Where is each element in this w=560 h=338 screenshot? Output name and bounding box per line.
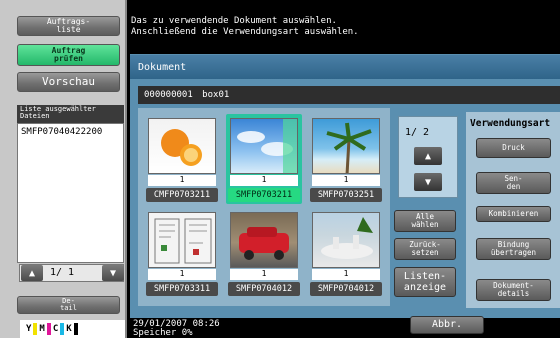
bindung-uebertragen-button[interactable]: Bindung übertragen	[476, 238, 551, 260]
auftrag-pruefen-button[interactable]: Auftrag prüfen	[17, 44, 120, 66]
file-name: SMFP0704012	[228, 282, 300, 296]
toner-c-label: C	[52, 324, 59, 334]
file-name: SMFP0703311	[146, 282, 218, 296]
toner-k-bar	[73, 323, 78, 335]
page-number: 1/ 2	[405, 127, 430, 138]
orange-image	[148, 118, 216, 174]
sky-image	[230, 118, 298, 174]
arrow-up-icon: ▲	[28, 267, 36, 279]
file-name: SMFP0703211	[228, 188, 300, 202]
page-up-button[interactable]: ▲	[414, 147, 442, 165]
vorschau-button[interactable]: Vorschau	[17, 72, 120, 92]
left-pager: ▲ 1/ 1 ▼	[19, 264, 124, 282]
toner-k-label: K	[66, 324, 72, 334]
page-count: 1	[230, 175, 298, 186]
left-panel: Auftrags- liste Auftrag prüfen Vorschau …	[0, 0, 127, 338]
verwendungsart-title: Verwendungsart	[470, 118, 551, 129]
box-path: 000000001 box01	[138, 86, 560, 104]
page-count: 1	[148, 269, 216, 280]
toner-y-label: Y	[26, 324, 32, 334]
instruction-message: Das zu verwendende Dokument auswählen. A…	[131, 16, 359, 37]
toner-c-bar	[60, 323, 65, 335]
thumbnail-item[interactable]: 1 SMFP0704012	[308, 208, 384, 298]
arrow-down-icon: ▼	[109, 267, 117, 279]
thumbnail-item[interactable]: 1 SMFP0703311	[144, 208, 220, 298]
document-image	[148, 212, 216, 268]
page-count: 1	[230, 269, 298, 280]
arrow-up-icon: ▲	[424, 150, 432, 162]
page-down-button[interactable]: ▼	[414, 173, 442, 191]
detail-button[interactable]: De- tail	[17, 296, 120, 314]
document-title: Dokument	[130, 55, 560, 79]
thumbnail-item[interactable]: 1 SMFP0704012	[226, 208, 302, 298]
selected-file-item[interactable]: SMFP07040422200	[18, 124, 123, 140]
auftragsliste-button[interactable]: Auftrags- liste	[17, 16, 120, 36]
page-up-button[interactable]: ▲	[21, 265, 43, 281]
file-name: SMFP0703251	[310, 188, 382, 202]
thumbnail-item[interactable]: 1 SMFP0703251	[308, 114, 384, 204]
page-count: 1	[312, 269, 380, 280]
page-selector: 1/ 2 ▲ ▼	[398, 116, 458, 198]
senden-button[interactable]: Sen- den	[476, 172, 551, 194]
thumbnail-item[interactable]: 1 SMFP0703211	[226, 114, 302, 204]
dokumentdetails-button[interactable]: Dokument- details	[476, 279, 551, 301]
thumbnail-grid: 1 CMFP0703211 1 SMFP0703211 1 SMFP070325…	[138, 108, 390, 306]
file-name: SMFP0704012	[310, 282, 382, 296]
listenanzeige-button[interactable]: Listen- anzeige	[394, 267, 456, 297]
page-down-button[interactable]: ▼	[102, 265, 124, 281]
alle-waehlen-button[interactable]: Alle wählen	[394, 210, 456, 232]
zuruecksetzen-button[interactable]: Zurück- setzen	[394, 238, 456, 260]
table-image	[312, 212, 380, 268]
arrow-down-icon: ▼	[424, 176, 432, 188]
selected-files-header: Liste ausgewählter Dateien	[17, 105, 124, 123]
page-count: 1	[148, 175, 216, 186]
toner-m-bar	[46, 323, 51, 335]
kombinieren-button[interactable]: Kombinieren	[476, 206, 551, 222]
toner-y-bar	[33, 323, 38, 335]
left-pager-text: 1/ 1	[50, 267, 75, 278]
file-name: CMFP0703211	[146, 188, 218, 202]
toner-indicator: Y M C K	[20, 320, 125, 338]
page-count: 1	[312, 175, 380, 186]
selected-files-list: SMFP07040422200	[17, 123, 124, 263]
thumbnail-item[interactable]: 1 CMFP0703211	[144, 114, 220, 204]
abbrechen-button[interactable]: Abbr.	[410, 316, 484, 334]
date-time: 29/01/2007 08:26 Speicher 0%	[133, 319, 220, 338]
status-bar: 29/01/2007 08:26 Speicher 0%	[130, 318, 560, 338]
toner-m-label: M	[39, 324, 45, 334]
palm-image	[312, 118, 380, 174]
car-image	[230, 212, 298, 268]
druck-button[interactable]: Druck	[476, 138, 551, 158]
